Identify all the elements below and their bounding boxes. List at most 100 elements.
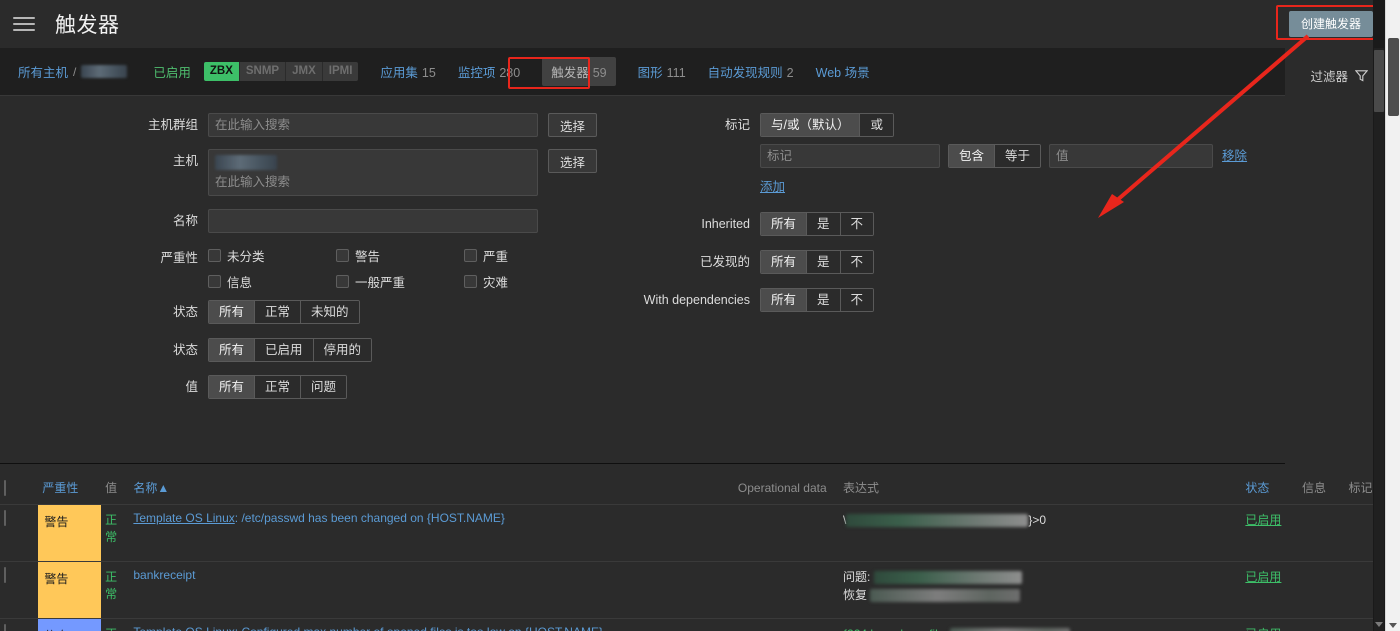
severity-label-disaster: 灾难 <box>483 276 509 290</box>
value-segmented-control[interactable]: 所有 正常 问题 <box>208 375 348 399</box>
status-option-all[interactable]: 所有 <box>209 339 255 361</box>
triggers-table: 严重性 值 名称▲ Operational data 表达式 状态 信息 标记 <box>0 472 1385 631</box>
scroll-down-arrow-icon[interactable] <box>1375 622 1383 627</box>
trigger-host-link[interactable]: Template OS Linux <box>133 511 234 525</box>
funnel-icon <box>1355 70 1368 82</box>
tags-label: 标记 <box>724 118 750 132</box>
status-option-disabled[interactable]: 停用的 <box>312 339 372 361</box>
discovered-option-all[interactable]: 所有 <box>761 251 807 273</box>
trigger-name-link[interactable]: bankreceipt <box>133 568 195 582</box>
tags-evaltype-or[interactable]: 或 <box>859 114 893 136</box>
with-dependencies-option-no[interactable]: 不 <box>839 289 874 311</box>
tag-name-input[interactable] <box>760 144 940 168</box>
tab-applications[interactable]: 应用集 15 <box>380 62 435 81</box>
filter-toggle[interactable]: 过滤器 <box>1300 60 1378 91</box>
row-expression: {224:kernel.maxfiles <box>839 618 1242 631</box>
trigger-status-link[interactable]: 已启用 <box>1245 627 1281 631</box>
tab-discovery-rules[interactable]: 自动发现规则 2 <box>708 62 794 81</box>
tab-items[interactable]: 监控项 280 <box>458 62 520 81</box>
discovered-segmented-control[interactable]: 所有 是 不 <box>760 250 875 274</box>
trigger-status-link[interactable]: 已启用 <box>1245 513 1281 527</box>
select-all-checkbox[interactable] <box>4 479 6 496</box>
inherited-label: Inherited <box>701 217 750 231</box>
discovered-option-yes[interactable]: 是 <box>806 251 840 273</box>
header-name[interactable]: 名称▲ <box>129 472 734 505</box>
inherited-option-yes[interactable]: 是 <box>806 213 840 235</box>
filter-panel: 主机群组 选择 主机 在此输入搜索 选择 名称 严重性 未分类 <box>0 96 1285 549</box>
tag-value-input[interactable] <box>1049 144 1214 168</box>
page-title: 触发器 <box>55 14 120 37</box>
value-option-problem[interactable]: 问题 <box>300 376 347 398</box>
tag-remove-link[interactable]: 移除 <box>1222 144 1247 168</box>
tags-evaltype-control[interactable]: 与/或（默认） 或 <box>760 113 894 137</box>
host-groups-input[interactable] <box>208 113 538 137</box>
severity-checkbox-average[interactable] <box>336 275 349 288</box>
state-option-unknown[interactable]: 未知的 <box>300 301 359 323</box>
browser-scroll-down-icon[interactable] <box>1389 623 1397 628</box>
hosts-select-button[interactable]: 选择 <box>548 149 598 173</box>
status-segmented-control[interactable]: 所有 已启用 停用的 <box>208 338 373 362</box>
tag-operator-equals[interactable]: 等于 <box>994 145 1041 167</box>
row-checkbox[interactable] <box>4 623 6 631</box>
expression-redacted <box>870 588 1021 602</box>
severity-checkbox-not-classified[interactable] <box>208 249 221 262</box>
filter-toggle-label: 过滤器 <box>1310 70 1348 84</box>
tab-web-scenarios[interactable]: Web 场景 <box>816 62 870 81</box>
browser-scrollbar-thumb[interactable] <box>1388 38 1399 116</box>
create-trigger-button[interactable]: 创建触发器 <box>1288 11 1373 37</box>
with-dependencies-option-yes[interactable]: 是 <box>806 289 840 311</box>
severity-option-information[interactable]: 信息 <box>208 272 336 291</box>
severity-checkbox-high[interactable] <box>464 249 477 262</box>
with-dependencies-segmented-control[interactable]: 所有 是 不 <box>760 288 875 312</box>
with-dependencies-option-all[interactable]: 所有 <box>761 289 807 311</box>
inner-scrollbar[interactable] <box>1373 0 1385 631</box>
state-option-all[interactable]: 所有 <box>209 301 255 323</box>
row-name-cell: Template OS Linux: /etc/passwd has been … <box>129 504 734 562</box>
severity-label: 严重性 <box>160 251 198 265</box>
severity-checkbox-disaster[interactable] <box>464 275 477 288</box>
severity-option-average[interactable]: 一般严重 <box>336 272 464 291</box>
breadcrumb-all-hosts[interactable]: 所有主机 <box>18 62 68 81</box>
inner-scrollbar-track[interactable] <box>1374 48 1384 631</box>
value-option-all[interactable]: 所有 <box>209 376 255 398</box>
severity-option-not-classified[interactable]: 未分类 <box>208 246 336 265</box>
tag-operator-contains[interactable]: 包含 <box>949 145 995 167</box>
tab-applications-label: 应用集 <box>380 66 418 80</box>
row-expression: 问题: 恢复 <box>839 561 1242 619</box>
table-row: 信息 正常 Template OS Linux: Configured max … <box>0 618 1385 631</box>
zabbix-triggers-page: 触发器 创建触发器 所有主机 / 已启用 ZBX SNMP JMX IPMI 应… <box>0 0 1400 631</box>
tab-triggers[interactable]: 触发器 59 <box>542 57 616 86</box>
trigger-host-link[interactable]: Template OS Linux <box>133 625 234 631</box>
severity-label-average: 一般严重 <box>355 276 406 290</box>
value-option-normal[interactable]: 正常 <box>254 376 301 398</box>
status-option-enabled[interactable]: 已启用 <box>254 339 313 361</box>
inherited-option-no[interactable]: 不 <box>839 213 874 235</box>
header-severity[interactable]: 严重性 <box>38 472 102 505</box>
name-input[interactable] <box>208 209 538 233</box>
state-option-normal[interactable]: 正常 <box>254 301 301 323</box>
host-groups-select-button[interactable]: 选择 <box>548 113 598 137</box>
discovered-option-no[interactable]: 不 <box>839 251 874 273</box>
tag-add-link[interactable]: 添加 <box>760 176 785 195</box>
trigger-name-link[interactable]: /etc/passwd has been changed on {HOST.NA… <box>241 511 505 525</box>
trigger-status-link[interactable]: 已启用 <box>1245 570 1281 584</box>
inherited-segmented-control[interactable]: 所有 是 不 <box>760 212 875 236</box>
hamburger-icon[interactable] <box>13 12 37 36</box>
tab-graphs[interactable]: 图形 111 <box>638 62 686 81</box>
header-status[interactable]: 状态 <box>1241 472 1298 505</box>
state-segmented-control[interactable]: 所有 正常 未知的 <box>208 300 360 324</box>
browser-scrollbar[interactable] <box>1385 0 1400 631</box>
row-checkbox[interactable] <box>4 566 6 583</box>
row-checkbox[interactable] <box>4 509 6 526</box>
host-status-enabled[interactable]: 已启用 <box>153 62 191 81</box>
severity-checkbox-information[interactable] <box>208 275 221 288</box>
inherited-option-all[interactable]: 所有 <box>761 213 807 235</box>
tags-evaltype-andor[interactable]: 与/或（默认） <box>761 114 860 136</box>
row-severity-cell: 警告 <box>38 504 102 562</box>
inner-scrollbar-thumb[interactable] <box>1374 50 1384 112</box>
severity-option-warning[interactable]: 警告 <box>336 246 464 265</box>
severity-checkbox-warning[interactable] <box>336 249 349 262</box>
tag-operator-control[interactable]: 包含 等于 <box>948 144 1042 168</box>
trigger-name-link[interactable]: Configured max number of opened files is… <box>241 625 603 631</box>
hosts-multiselect[interactable]: 在此输入搜索 <box>208 149 538 196</box>
